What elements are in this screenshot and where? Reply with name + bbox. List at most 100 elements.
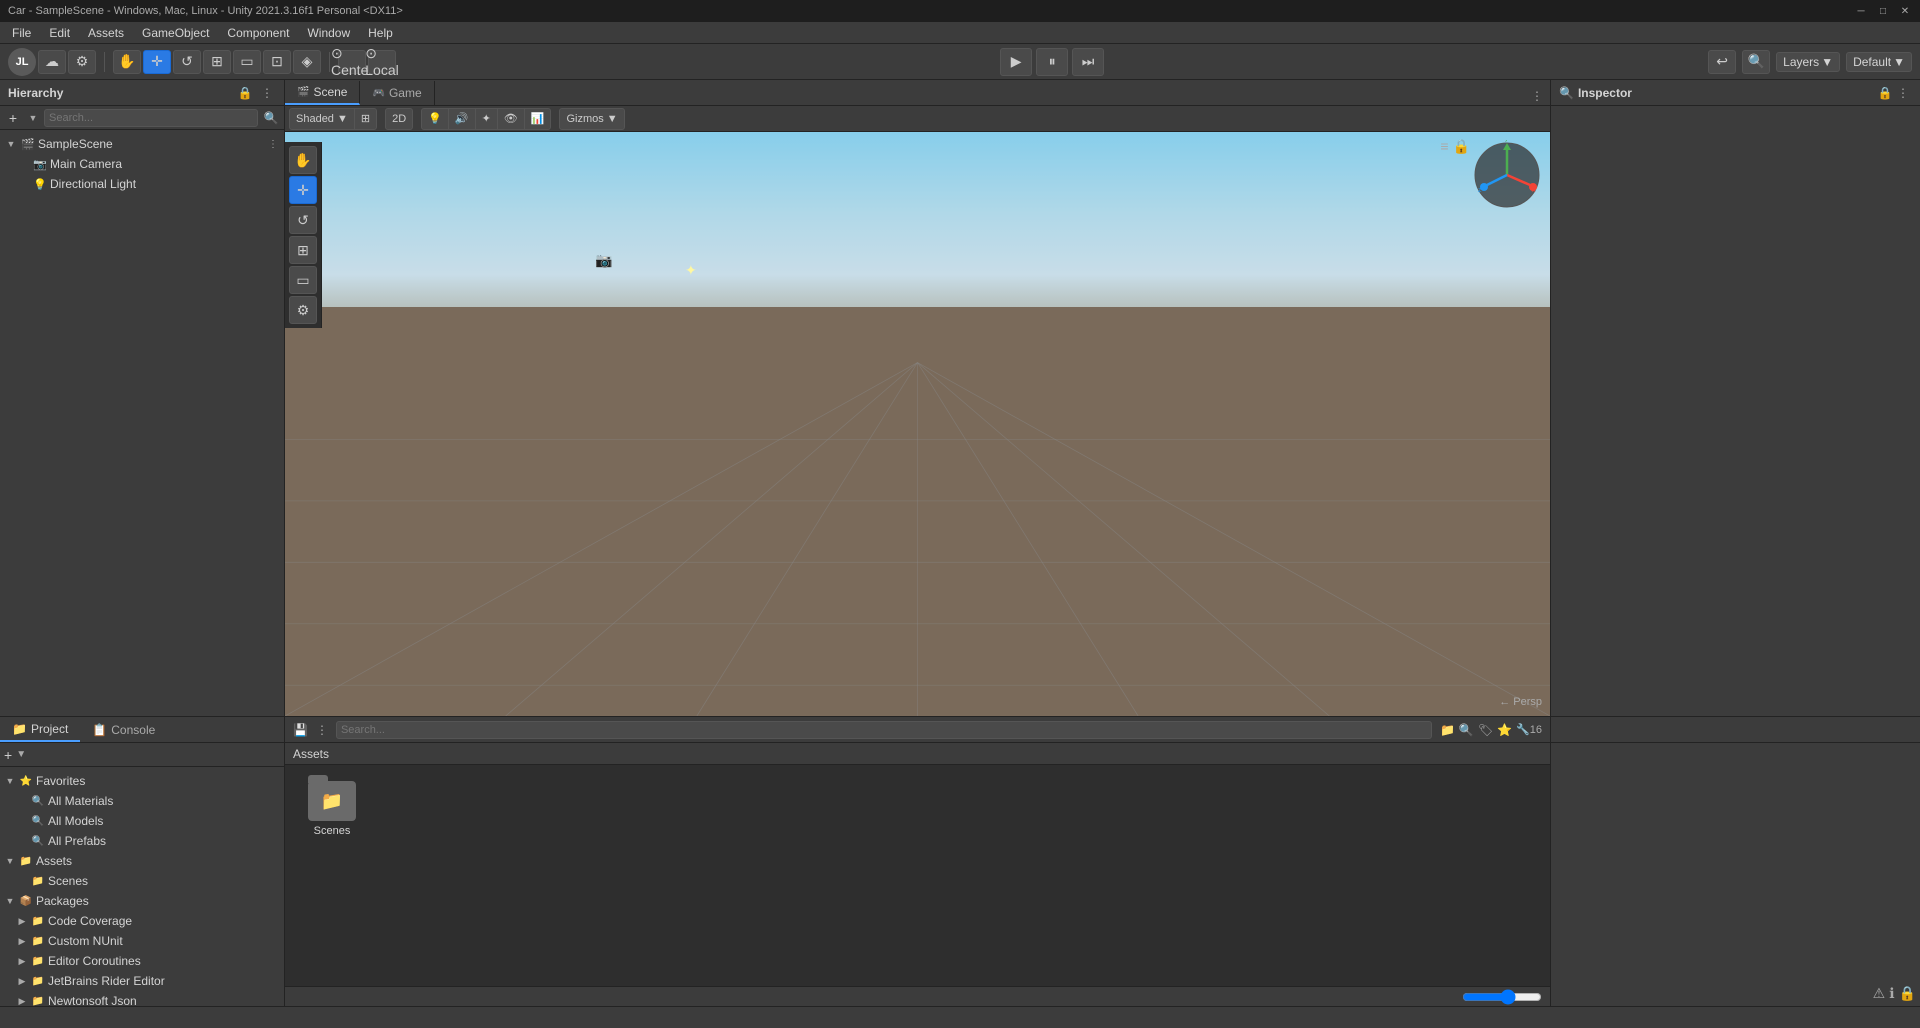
samplescene-menu-button[interactable]: ⋮	[266, 137, 280, 151]
newtonsoft-json-item[interactable]: ▶ 📁 Newtonsoft Json	[0, 991, 284, 1006]
scene-tab[interactable]: 🎬 Scene	[285, 81, 360, 105]
menu-file[interactable]: File	[4, 24, 39, 42]
scene-options-icon[interactable]: ≡	[1440, 138, 1448, 155]
scale-tool-button[interactable]: ⊞	[203, 50, 231, 74]
assets-favorites-button[interactable]: ⭐	[1497, 723, 1512, 737]
menu-assets[interactable]: Assets	[80, 24, 132, 42]
all-models-item[interactable]: 🔍 All Models	[0, 811, 284, 831]
hierarchy-item-directional-light[interactable]: 💡 Directional Light	[0, 174, 284, 194]
scene-error-icon[interactable]: 🔒	[1899, 985, 1916, 1002]
assets-menu-button[interactable]: ⋮	[316, 723, 328, 737]
hierarchy-lock-button[interactable]: 🔒	[236, 84, 254, 102]
all-models-icon: 🔍	[30, 813, 46, 829]
scene-info-icon[interactable]: ℹ	[1889, 985, 1894, 1002]
assets-save-button[interactable]: 💾	[293, 723, 308, 737]
packages-label: Packages	[36, 894, 89, 908]
rotate-tool-button[interactable]: ↺	[173, 50, 201, 74]
2d-button[interactable]: 2D	[386, 109, 412, 129]
menu-window[interactable]: Window	[299, 24, 358, 42]
move-tool-button[interactable]: ✛	[143, 50, 171, 74]
play-button[interactable]: ▶	[1000, 48, 1032, 76]
layers-dropdown[interactable]: Layers ▼	[1776, 52, 1840, 72]
scene-hand-tool[interactable]: ✋	[289, 146, 317, 174]
inspector-menu-button[interactable]: ⋮	[1894, 84, 1912, 102]
all-materials-arrow	[16, 795, 28, 807]
all-prefabs-item[interactable]: 🔍 All Prefabs	[0, 831, 284, 851]
custom-nunit-item[interactable]: ▶ 📁 Custom NUnit	[0, 931, 284, 951]
assets-search-input[interactable]	[336, 721, 1432, 739]
gizmos-button[interactable]: Gizmos ▼	[560, 109, 623, 129]
collab-settings-button[interactable]: ⚙	[68, 50, 96, 74]
packages-tree-item[interactable]: ▼ 📦 Packages	[0, 891, 284, 911]
assets-view-button[interactable]: 🔍	[1459, 723, 1474, 737]
menu-help[interactable]: Help	[360, 24, 401, 42]
menu-gameobject[interactable]: GameObject	[134, 24, 217, 42]
window-controls[interactable]: ─ □ ✕	[1854, 4, 1912, 18]
rect-tool-button[interactable]: ▭	[233, 50, 261, 74]
scene-rect-tool[interactable]: ▭	[289, 266, 317, 294]
axis-gizmo[interactable]: x y z	[1472, 140, 1542, 210]
project-tab[interactable]: 📁 Project	[0, 718, 80, 742]
hierarchy-add-button[interactable]: +	[4, 109, 22, 127]
all-materials-item[interactable]: 🔍 All Materials	[0, 791, 284, 811]
layout-dropdown[interactable]: Default ▼	[1846, 52, 1912, 72]
close-button[interactable]: ✕	[1898, 4, 1912, 18]
scene-move-tool[interactable]: ✛	[289, 176, 317, 204]
local-button[interactable]: ⊙ Local	[368, 50, 396, 74]
assets-tree-item[interactable]: ▼ 📁 Assets	[0, 851, 284, 871]
scene-light-button[interactable]: 💡	[422, 109, 449, 129]
custom-tool-button[interactable]: ◈	[293, 50, 321, 74]
cloud-button[interactable]: ☁	[38, 50, 66, 74]
menu-edit[interactable]: Edit	[41, 24, 78, 42]
scene-viewport[interactable]: ✋ ✛ ↺ ⊞ ▭ ⚙ 📷 ✦	[285, 132, 1550, 716]
step-button[interactable]: ⏭	[1072, 48, 1104, 76]
console-tab[interactable]: 📋 Console	[80, 718, 167, 742]
scene-rotate-tool[interactable]: ↺	[289, 206, 317, 234]
hierarchy-search-input[interactable]	[44, 109, 258, 127]
hierarchy-item-main-camera[interactable]: 📷 Main Camera	[0, 154, 284, 174]
shading-dropdown-button[interactable]: Shaded ▼	[290, 109, 355, 129]
hierarchy-search-all-button[interactable]: 🔍	[262, 109, 280, 127]
samplescene-arrow-icon[interactable]: ▼	[4, 137, 18, 151]
scene-fx-button[interactable]: ✦	[476, 109, 498, 129]
scene-transform-tool[interactable]: ⚙	[289, 296, 317, 324]
game-tab[interactable]: 🎮 Game	[360, 81, 434, 105]
all-models-arrow	[16, 815, 28, 827]
transform-tool-button[interactable]: ⊡	[263, 50, 291, 74]
maximize-button[interactable]: □	[1876, 4, 1890, 18]
scene-panel-menu-button[interactable]: ⋮	[1528, 87, 1546, 105]
assets-filter-button[interactable]: 📁	[1440, 723, 1455, 737]
assets-label-button[interactable]: 🏷	[1478, 723, 1493, 737]
minimize-button[interactable]: ─	[1854, 4, 1868, 18]
code-coverage-item[interactable]: ▶ 📁 Code Coverage	[0, 911, 284, 931]
scenes-tree-item[interactable]: 📁 Scenes	[0, 871, 284, 891]
project-add-button[interactable]: +	[4, 747, 12, 763]
pivot-button[interactable]: ⊙ Center	[338, 50, 366, 74]
undo-history-button[interactable]: ↩	[1708, 50, 1736, 74]
hierarchy-dropdown-arrow[interactable]: ▼	[26, 111, 40, 125]
scene-hidden-button[interactable]: 👁	[498, 109, 525, 129]
editor-coroutines-item[interactable]: ▶ 📁 Editor Coroutines	[0, 951, 284, 971]
favorites-item[interactable]: ▼ ⭐ Favorites	[0, 771, 284, 791]
scene-lock-icon[interactable]: 🔒	[1453, 138, 1470, 155]
jetbrains-rider-item[interactable]: ▶ 📁 JetBrains Rider Editor	[0, 971, 284, 991]
hierarchy-menu-button[interactable]: ⋮	[258, 84, 276, 102]
inspector-icon: 🔍	[1559, 86, 1574, 100]
scene-stats-button[interactable]: 📊	[525, 109, 551, 129]
scene-scale-tool[interactable]: ⊞	[289, 236, 317, 264]
account-button[interactable]: JL	[8, 48, 36, 76]
search-button[interactable]: 🔍	[1742, 50, 1770, 74]
hand-tool-button[interactable]: ✋	[113, 50, 141, 74]
scene-audio-button[interactable]: 🔊	[449, 109, 476, 129]
hierarchy-item-samplescene[interactable]: ▼ 🎬 SampleScene ⋮	[0, 134, 284, 154]
assets-zoom-slider[interactable]	[1462, 989, 1542, 1005]
inspector-lock-button[interactable]: 🔒	[1876, 84, 1894, 102]
pause-button[interactable]: ⏸	[1036, 48, 1068, 76]
inspector-bottom-icons: ⚠ ℹ 🔒	[1873, 985, 1916, 1002]
scenes-asset-item[interactable]: 📁 Scenes	[297, 777, 367, 841]
wireframe-toggle-button[interactable]: ⊞	[355, 109, 376, 129]
all-models-label: All Models	[48, 814, 103, 828]
menu-component[interactable]: Component	[219, 24, 297, 42]
project-add-arrow[interactable]: ▼	[16, 749, 26, 760]
scene-warning-icon[interactable]: ⚠	[1873, 985, 1886, 1002]
